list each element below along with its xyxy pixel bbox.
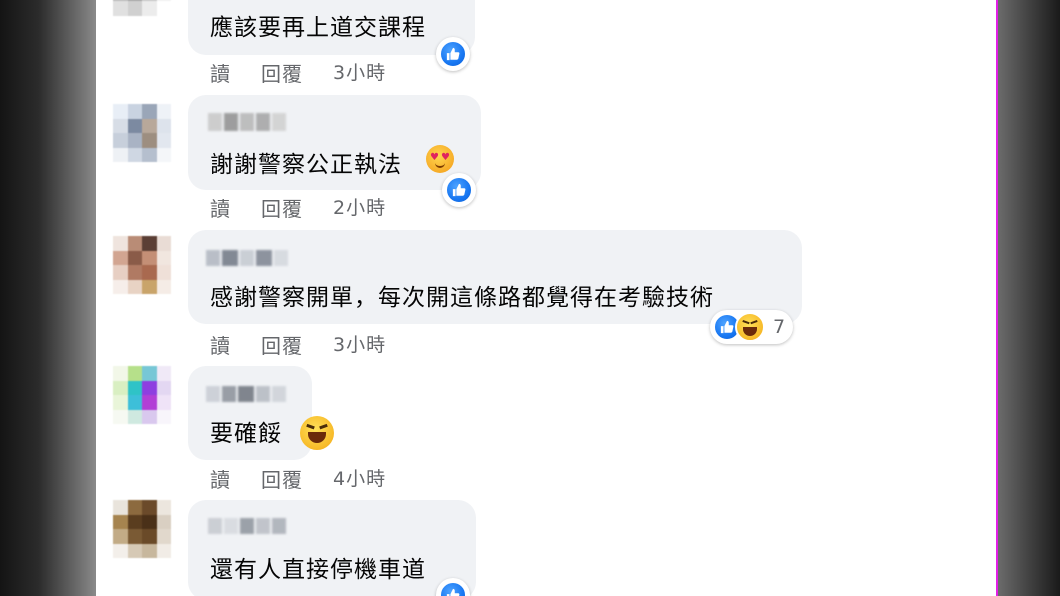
avatar[interactable] xyxy=(113,236,171,294)
avatar[interactable] xyxy=(113,104,171,162)
comment-actions: 讀 回覆 2小時 xyxy=(210,193,386,222)
like-reaction-icon xyxy=(439,581,467,596)
reply-link[interactable]: 回覆 xyxy=(261,193,303,222)
comment-actions: 讀 回覆 4小時 xyxy=(210,464,386,493)
reply-link[interactable]: 回覆 xyxy=(261,330,303,359)
comment-bubble: 感謝警察開單，每次開這條路都覺得在考驗技術 xyxy=(188,230,802,324)
comment-text: 謝謝警察公正執法 xyxy=(210,152,402,178)
author-name-redacted[interactable] xyxy=(208,518,286,536)
comment-actions: 讀 回覆 3小時 xyxy=(210,58,386,87)
comment-bubble: 要確餒 xyxy=(188,366,312,460)
timestamp[interactable]: 2小時 xyxy=(333,193,386,222)
left-backdrop xyxy=(0,0,96,596)
like-reaction-icon xyxy=(439,40,467,68)
author-name-redacted[interactable] xyxy=(208,113,286,131)
timestamp[interactable]: 4小時 xyxy=(333,464,386,493)
comment-feed: 應該要再上道交課程 讀 回覆 3小時 謝謝警察公正執法 ♥ ♥ 讀 回覆 2小時… xyxy=(96,0,996,596)
haha-reaction-icon xyxy=(735,312,765,342)
comment-text: 感謝警察開單，每次開這條路都覺得在考驗技術 xyxy=(210,285,714,311)
reply-link[interactable]: 回覆 xyxy=(261,58,303,87)
right-backdrop xyxy=(996,0,1060,596)
reaction-summary[interactable]: 7 xyxy=(710,310,794,344)
comment-text: 要確餒 xyxy=(210,421,282,447)
author-name-redacted[interactable] xyxy=(206,386,286,404)
comment-text: 還有人直接停機車道 xyxy=(210,557,426,583)
comment-bubble: 還有人直接停機車道 xyxy=(188,500,476,596)
like-link[interactable]: 讀 xyxy=(210,464,231,493)
like-link[interactable]: 讀 xyxy=(210,193,231,222)
reaction-summary[interactable] xyxy=(442,173,476,207)
frame-border xyxy=(996,0,998,596)
smiling-face-with-hearts-icon: ♥ ♥ xyxy=(426,145,454,173)
avatar[interactable] xyxy=(113,0,171,30)
comment-actions: 讀 回覆 3小時 xyxy=(210,330,386,359)
comment-text: 應該要再上道交課程 xyxy=(210,15,426,41)
comment-bubble: 謝謝警察公正執法 ♥ ♥ xyxy=(188,95,481,190)
like-reaction-icon xyxy=(445,176,473,204)
comment-bubble: 應該要再上道交課程 xyxy=(188,0,475,55)
avatar[interactable] xyxy=(113,366,171,424)
timestamp[interactable]: 3小時 xyxy=(333,58,386,87)
grinning-squinting-face-icon xyxy=(300,416,334,450)
avatar[interactable] xyxy=(113,500,171,558)
like-link[interactable]: 讀 xyxy=(210,330,231,359)
reaction-count: 7 xyxy=(773,316,786,338)
reply-link[interactable]: 回覆 xyxy=(261,464,303,493)
reaction-summary[interactable] xyxy=(436,37,470,71)
timestamp[interactable]: 3小時 xyxy=(333,330,386,359)
like-link[interactable]: 讀 xyxy=(210,58,231,87)
author-name-redacted[interactable] xyxy=(206,250,288,268)
